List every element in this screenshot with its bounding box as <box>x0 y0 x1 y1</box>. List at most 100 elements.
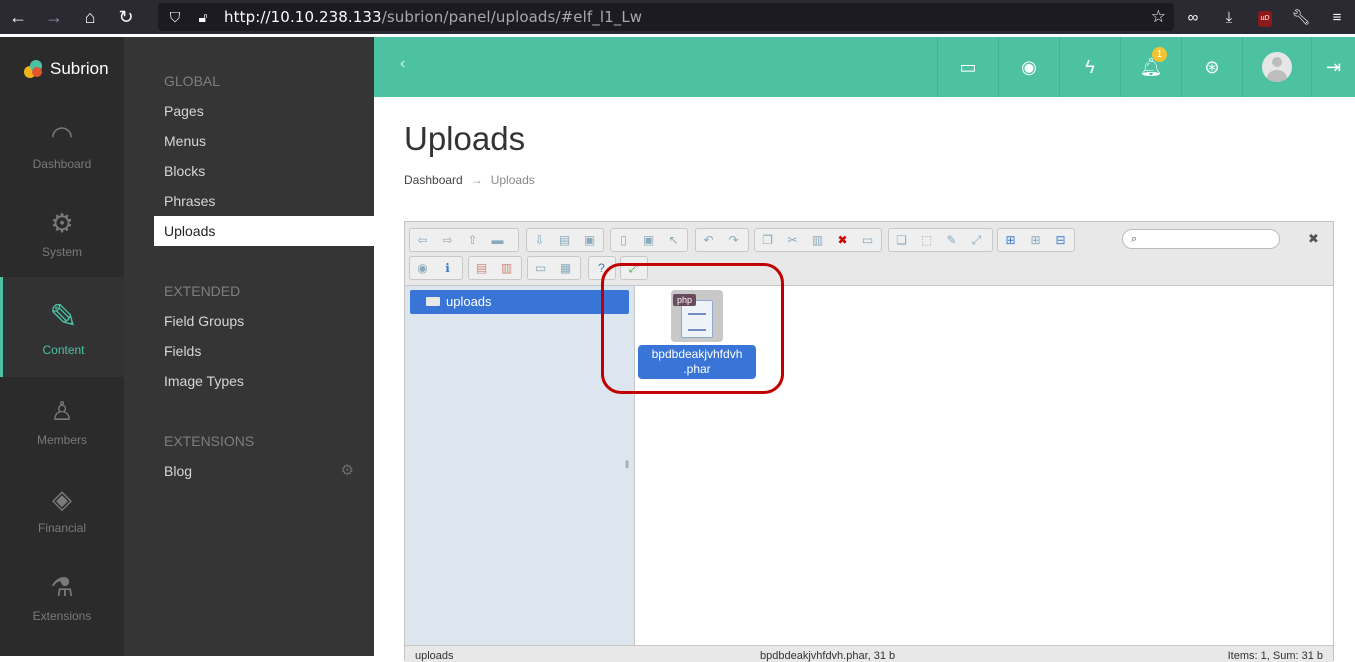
notification-badge: 1 <box>1152 47 1167 62</box>
up-icon[interactable]: ⇧ <box>460 229 485 251</box>
status-bar: uploads bpdbdeakjvhfdvh.phar, 31 b Items… <box>405 645 1333 662</box>
upload-toolbar-group: ⇩ ▤ ▣ <box>526 228 604 252</box>
page-title: Uploads <box>404 120 526 157</box>
gear-icon[interactable]: ⚙ <box>341 456 354 486</box>
eye-icon: ◉ <box>1021 56 1037 77</box>
menu-item-blocks[interactable]: Blocks <box>124 156 374 186</box>
floppy-icon[interactable]: ▣ <box>636 229 661 251</box>
nav-dashboard-label: Dashboard <box>32 156 92 171</box>
menu-item-image-types[interactable]: Image Types <box>124 366 374 396</box>
view-site-button[interactable]: ▭ <box>937 37 998 97</box>
nav-extensions[interactable]: ⚗ Extensions <box>0 553 124 641</box>
lifebuoy-icon: ⊛ <box>1204 56 1220 77</box>
quick-actions-button[interactable]: ϟ <box>1059 37 1120 97</box>
menu-item-phrases[interactable]: Phrases <box>124 186 374 216</box>
menu-item-uploads[interactable]: Uploads <box>154 216 374 246</box>
info-icon[interactable]: ℹ <box>435 257 460 279</box>
pencil-icon: ✎ <box>49 298 78 336</box>
close-icon[interactable]: ✖ <box>1308 231 1319 247</box>
new-file-icon[interactable]: ▤ <box>552 229 577 251</box>
top-header: ‹ ▭ ◉ ϟ 🔔︎ 1 ⊛ ⇥ <box>374 37 1355 97</box>
user-menu-button[interactable] <box>1242 37 1311 97</box>
money-icon: ◈ <box>52 483 72 514</box>
menu-item-fields[interactable]: Fields <box>124 336 374 366</box>
nav-financial[interactable]: ◈ Financial <box>0 465 124 553</box>
forward-icon[interactable]: ⇨ <box>435 229 460 251</box>
list-view-icon[interactable]: ⊟ <box>1048 229 1073 251</box>
edit-toolbar-group: ❐ ✂ ▥ ✖ ▭ <box>754 228 882 252</box>
download-icon[interactable]: ⇩ <box>527 229 552 251</box>
preview-button[interactable]: ◉ <box>998 37 1059 97</box>
download-icon[interactable]: ⤓ <box>1211 9 1247 26</box>
menu-item-field-groups[interactable]: Field Groups <box>124 306 374 336</box>
menu-item-menus[interactable]: Menus <box>124 126 374 156</box>
notifications-button[interactable]: 🔔︎ 1 <box>1120 37 1181 97</box>
preview-eye-icon[interactable]: ◉ <box>410 257 435 279</box>
back-icon[interactable]: ⇦ <box>410 229 435 251</box>
menu-group-global: GLOBAL <box>164 73 221 89</box>
insecure-lock-icon: 🔓︎ <box>198 8 208 25</box>
cut-icon[interactable]: ✂ <box>780 229 805 251</box>
file-ops-toolbar-group: ❏ ⬚ ✎ ⤢ <box>888 228 993 252</box>
app-logo[interactable]: Subrion <box>0 37 124 101</box>
menu-icon[interactable]: ≡ <box>1319 9 1355 26</box>
forward-icon[interactable]: → <box>36 0 72 34</box>
nav-content-label: Content <box>42 343 85 357</box>
tree-item-uploads[interactable]: uploads <box>410 290 629 314</box>
search-options-icon[interactable]: ▦ <box>553 257 578 279</box>
tree-item-label: uploads <box>446 294 492 309</box>
edit-file-icon[interactable]: ✎ <box>939 229 964 251</box>
nav-content[interactable]: ✎ Content <box>0 277 124 377</box>
collapse-sidebar-icon[interactable]: ‹ <box>400 55 405 73</box>
empty-icon[interactable]: ▭ <box>855 229 880 251</box>
duplicate-icon[interactable]: ❏ <box>889 229 914 251</box>
menu-item-blog[interactable]: Blog ⚙ <box>124 456 374 486</box>
copy-icon[interactable]: ❐ <box>755 229 780 251</box>
support-button[interactable]: ⊛ <box>1181 37 1242 97</box>
open-toolbar-group: ▯ ▣ ↖ <box>610 228 688 252</box>
menu-item-blog-label: Blog <box>164 463 193 479</box>
breadcrumb-dashboard[interactable]: Dashboard <box>404 173 463 187</box>
url-bar[interactable]: ⛉ 🔓︎ http://10.10.238.133/subrion/panel/… <box>158 3 1174 31</box>
history-toolbar-group: ↶ ↷ <box>695 228 749 252</box>
extension-mask-icon[interactable]: ∞ <box>1175 9 1211 26</box>
bookmark-star-icon[interactable]: ☆ <box>1151 7 1166 27</box>
archive-icon[interactable]: ▥ <box>494 257 519 279</box>
back-icon[interactable]: ← <box>0 0 36 34</box>
flask-icon: ⚗ <box>50 571 74 602</box>
select-icon[interactable]: ↖ <box>661 229 686 251</box>
redo-icon[interactable]: ↷ <box>721 229 746 251</box>
sort-icon[interactable]: ▭ <box>528 257 553 279</box>
logout-button[interactable]: ⇥ <box>1311 37 1355 97</box>
resize-handle[interactable]: ‖ <box>625 460 629 471</box>
rename-icon[interactable]: ⬚ <box>914 229 939 251</box>
nav-system[interactable]: ⚙ System <box>0 189 124 277</box>
shield-icon: ⛉ <box>169 8 181 25</box>
wrench-icon[interactable]: 🔧︎ <box>1283 8 1319 26</box>
breadcrumb-separator: → <box>470 173 483 187</box>
delete-icon[interactable]: ✖ <box>830 229 855 251</box>
file-manager-toolbar: ⇦ ⇨ ⇧ ▬ ⇩ ▤ ▣ ▯ ▣ ↖ ↶ ↷ ❐ ✂ ▥ ✖ ▭ ❏ ⬚ ✎ ⤢ ⊞ ⊞ ⊟ ◉ ℹ ▤ ▥ ▭ ▦ <box>405 222 1333 286</box>
paste-icon[interactable]: ▥ <box>805 229 830 251</box>
menu-group-extensions: EXTENSIONS <box>164 433 255 449</box>
reload-icon[interactable]: ↻ <box>108 0 144 34</box>
menu-item-pages[interactable]: Pages <box>124 96 374 126</box>
icons-view-icon[interactable]: ⊞ <box>998 229 1023 251</box>
undo-icon[interactable]: ↶ <box>696 229 721 251</box>
nav-dashboard[interactable]: ◠ Dashboard <box>0 101 124 189</box>
extract-icon[interactable]: ▤ <box>469 257 494 279</box>
ublock-icon[interactable]: uD <box>1247 7 1283 27</box>
grid-view-icon[interactable]: ⊞ <box>1023 229 1048 251</box>
avatar <box>1262 52 1292 82</box>
resize-icon[interactable]: ⤢ <box>964 229 989 251</box>
home-icon[interactable]: ⌂ <box>72 0 108 34</box>
drive-icon[interactable]: ▬ <box>485 229 510 251</box>
view-toolbar-group: ⊞ ⊞ ⊟ <box>997 228 1075 252</box>
nav-system-label: System <box>41 244 82 259</box>
drive-icon <box>426 297 440 306</box>
status-path: uploads <box>415 650 454 662</box>
nav-members[interactable]: ♙ Members <box>0 377 124 465</box>
search-input[interactable]: ⌕ <box>1122 229 1280 249</box>
open-icon[interactable]: ▯ <box>611 229 636 251</box>
save-icon[interactable]: ▣ <box>577 229 602 251</box>
